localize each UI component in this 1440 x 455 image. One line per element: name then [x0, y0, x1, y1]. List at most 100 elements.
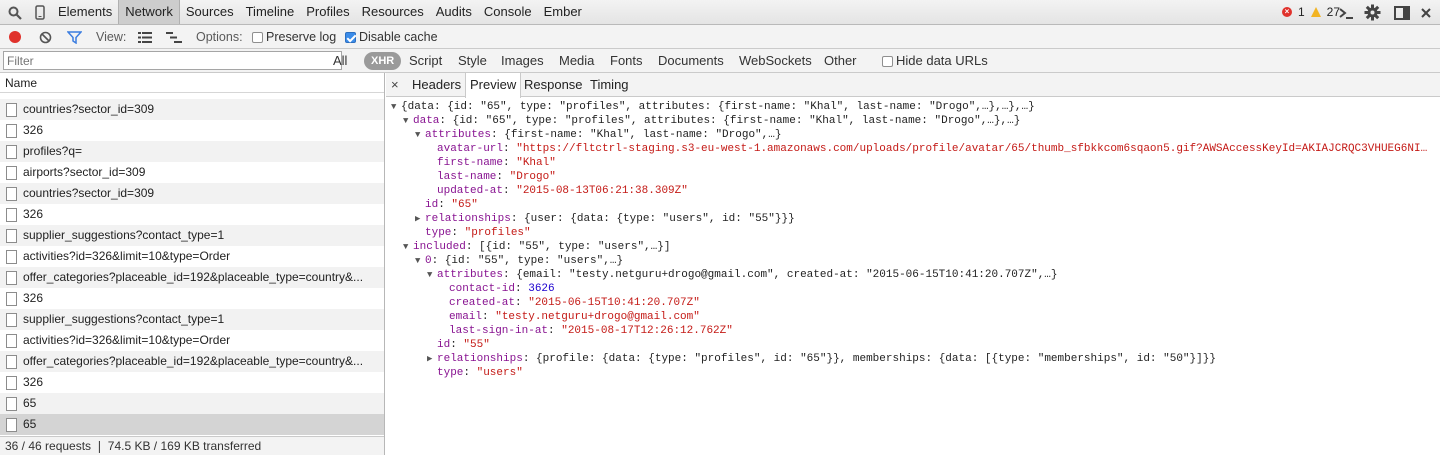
name-column-header[interactable]: Name [0, 73, 384, 93]
tab-elements[interactable]: Elements [52, 0, 118, 24]
json-last-sign-in-at: last-sign-in-at: "2015-08-17T12:26:12.76… [449, 325, 733, 337]
tab-console[interactable]: Console [478, 0, 538, 24]
file-icon [6, 396, 17, 411]
filter-bar: All XHR Script Style Images Media Fonts … [0, 49, 1440, 73]
expanded-triangle-icon: ▼ [415, 130, 421, 140]
json-included-item[interactable]: ▼ 0: {id: "55", type: "users",…} [415, 254, 623, 268]
filter-type-other[interactable]: Other [824, 49, 857, 73]
hide-data-urls-checkbox[interactable]: Hide data URLs [882, 49, 988, 73]
tab-sources[interactable]: Sources [180, 0, 240, 24]
close-icon[interactable]: × [391, 77, 399, 92]
json-attributes-node[interactable]: ▼ attributes: {first-name: "Khal", last-n… [415, 128, 781, 142]
json-id: id: "65" [425, 199, 478, 211]
filter-type-fonts[interactable]: Fonts [610, 49, 643, 73]
file-icon [6, 207, 17, 222]
tab-profiles[interactable]: Profiles [300, 0, 355, 24]
file-icon [6, 144, 17, 159]
settings-gear-icon[interactable] [1362, 3, 1382, 22]
expanded-triangle-icon: ▼ [403, 242, 409, 252]
clear-button[interactable] [39, 25, 52, 49]
list-item[interactable]: offer_categories?placeable_id=192&placea… [0, 267, 384, 288]
list-item[interactable]: 326 [0, 120, 384, 141]
record-button[interactable] [9, 25, 21, 49]
close-devtools-icon[interactable] [1416, 3, 1436, 22]
preserve-log-label: Preserve log [266, 30, 337, 44]
filter-type-style[interactable]: Style [458, 49, 487, 73]
list-item[interactable]: supplier_suggestions?contact_type=1 [0, 225, 384, 246]
dock-side-icon[interactable] [1392, 3, 1412, 22]
filter-type-websockets[interactable]: WebSockets [739, 49, 812, 73]
tab-preview[interactable]: Preview [465, 73, 522, 98]
tab-resources[interactable]: Resources [356, 0, 430, 24]
file-icon [6, 333, 17, 348]
list-item[interactable]: activities?id=326&limit=10&type=Order [0, 246, 384, 267]
file-icon [6, 123, 17, 138]
preserve-log-checkbox[interactable]: Preserve log [252, 25, 336, 49]
request-list: countries?sector_id=309 326 profiles?q= … [0, 93, 384, 435]
request-list-panel: Name countries?sector_id=309 326 profile… [0, 73, 385, 455]
tab-timing[interactable]: Timing [586, 73, 633, 97]
filter-type-images[interactable]: Images [501, 49, 544, 73]
json-included-relationships-node[interactable]: ▶ relationships: {profile: {data: {type: … [427, 352, 1216, 366]
list-item[interactable]: supplier_suggestions?contact_type=1 [0, 309, 384, 330]
large-rows-button[interactable] [138, 25, 152, 49]
device-mode-icon[interactable] [30, 3, 50, 22]
filter-type-xhr[interactable]: XHR [364, 52, 402, 70]
filter-input[interactable] [3, 51, 342, 70]
filter-toggle-button[interactable] [67, 25, 82, 49]
list-item[interactable]: offer_categories?placeable_id=192&placea… [0, 351, 384, 372]
list-item[interactable]: 326 [0, 372, 384, 393]
file-icon [6, 417, 17, 432]
tab-timeline[interactable]: Timeline [240, 0, 301, 24]
list-item[interactable]: countries?sector_id=309 [0, 99, 384, 120]
json-included-node[interactable]: ▼ included: [{id: "55", type: "users",…}] [403, 240, 670, 254]
json-root[interactable]: ▼ {data: {id: "65", type: "profiles", att… [391, 100, 1035, 114]
file-icon [6, 354, 17, 369]
tab-response[interactable]: Response [520, 73, 587, 97]
tab-ember[interactable]: Ember [538, 0, 588, 24]
file-icon [6, 312, 17, 327]
tab-audits[interactable]: Audits [430, 0, 478, 24]
panel-tabs: Elements Network Sources Timeline Profil… [52, 0, 588, 24]
json-included-attributes-node[interactable]: ▼ attributes: {email: "testy.netguru+drog… [427, 268, 1058, 282]
json-relationships-node[interactable]: ▶ relationships: {user: {data: {type: "us… [415, 212, 795, 226]
expanded-triangle-icon: ▼ [403, 116, 409, 126]
json-updated-at: updated-at: "2015-08-13T06:21:38.309Z" [437, 185, 688, 197]
list-item[interactable]: 326 [0, 204, 384, 225]
list-item-selected[interactable]: 65 [0, 414, 384, 435]
warning-icon [1310, 7, 1321, 17]
filter-type-documents[interactable]: Documents [658, 49, 724, 73]
list-item[interactable]: airports?sector_id=309 [0, 162, 384, 183]
network-toolbar: View: Options: Preserve log Disable cach… [0, 25, 1440, 49]
console-drawer-icon[interactable] [1336, 3, 1356, 22]
tab-headers[interactable]: Headers [408, 73, 465, 97]
expanded-triangle-icon: ▼ [427, 270, 433, 280]
list-item[interactable]: countries?sector_id=309 [0, 183, 384, 204]
preserve-log-box [252, 31, 263, 43]
detail-tabs: × Headers Preview Response Timing [386, 73, 1440, 98]
filter-type-script[interactable]: Script [409, 49, 442, 73]
list-item[interactable]: 326 [0, 288, 384, 309]
disable-cache-label: Disable cache [359, 30, 438, 44]
overview-button[interactable] [166, 25, 182, 49]
expanded-triangle-icon: ▼ [415, 256, 421, 266]
filter-type-media[interactable]: Media [559, 49, 594, 73]
file-icon [6, 291, 17, 306]
tab-network[interactable]: Network [118, 0, 180, 24]
filter-type-all[interactable]: All [333, 49, 347, 73]
list-item[interactable]: activities?id=326&limit=10&type=Order [0, 330, 384, 351]
network-summary: 36 / 46 requests ❘ 74.5 KB / 169 KB tran… [0, 436, 384, 455]
json-last-name: last-name: "Drogo" [437, 171, 556, 183]
inspect-search-icon[interactable] [5, 3, 25, 22]
file-icon [6, 228, 17, 243]
list-item[interactable]: profiles?q= [0, 141, 384, 162]
list-item[interactable]: 65 [0, 393, 384, 414]
disable-cache-checkbox[interactable]: Disable cache [345, 25, 438, 49]
view-label: View: [96, 30, 127, 44]
hide-data-urls-label: Hide data URLs [896, 53, 988, 68]
console-counters[interactable]: × 1 27 [1281, 0, 1340, 24]
file-icon [6, 102, 17, 117]
json-data-node[interactable]: ▼ data: {id: "65", type: "profiles", attr… [403, 114, 1020, 128]
json-included-type: type: "users" [437, 367, 523, 379]
file-icon [6, 375, 17, 390]
